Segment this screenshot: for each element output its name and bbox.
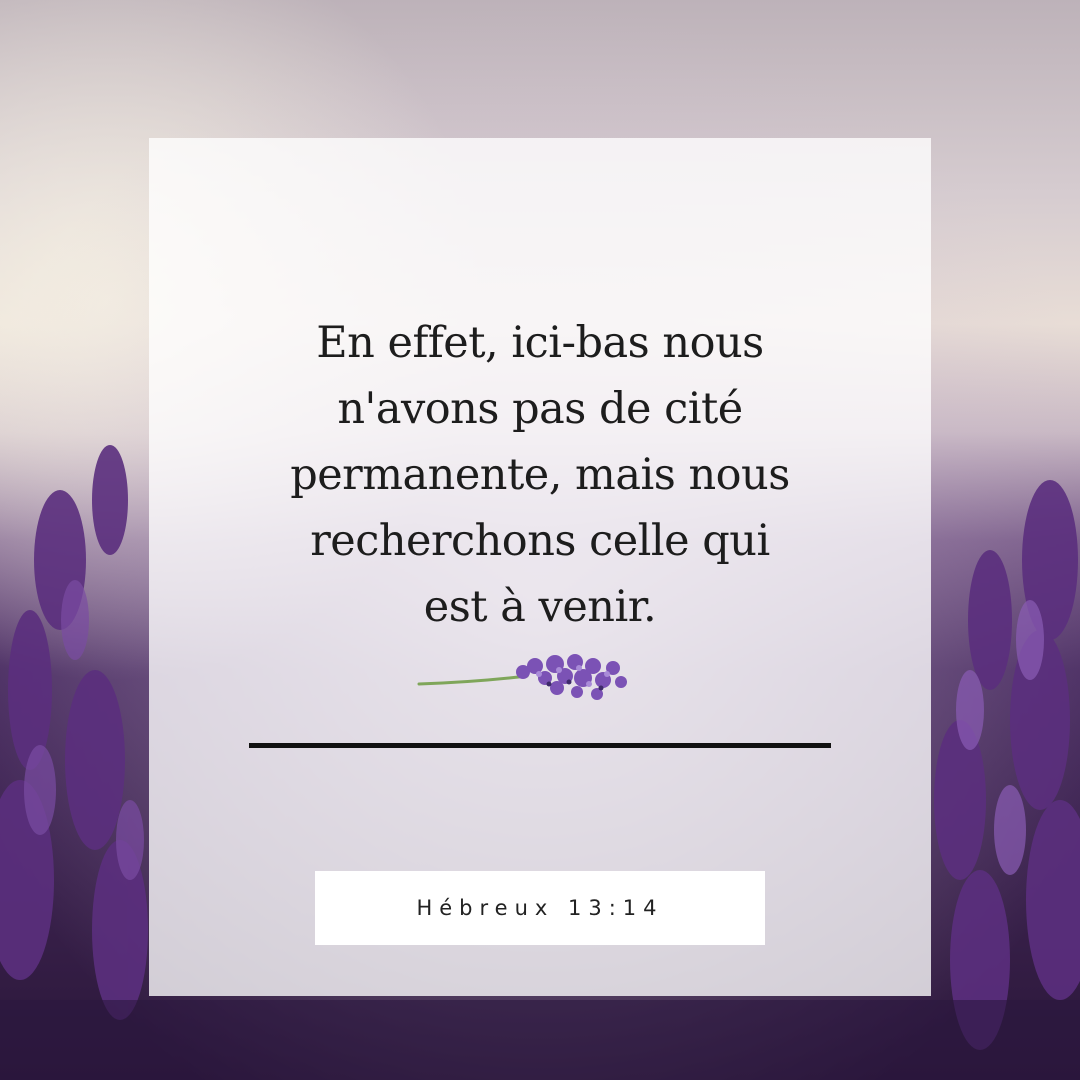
verse-reference: Hébreux 13:14 [416,896,664,920]
verse-line: recherchons celle qui [310,516,770,566]
lavender-sprig-icon [417,638,637,718]
verse-line: est à venir. [423,582,657,632]
divider-line [249,743,831,748]
verse-line: permanente, mais nous [290,450,790,500]
verse-line: En effet, ici-bas nous [316,318,764,368]
reference-box: Hébreux 13:14 [315,871,765,945]
verse-line: n'avons pas de cité [337,384,743,434]
verse-text: En effet, ici-bas nous n'avons pas de ci… [245,310,835,640]
verse-card: En effet, ici-bas nous n'avons pas de ci… [149,138,931,996]
